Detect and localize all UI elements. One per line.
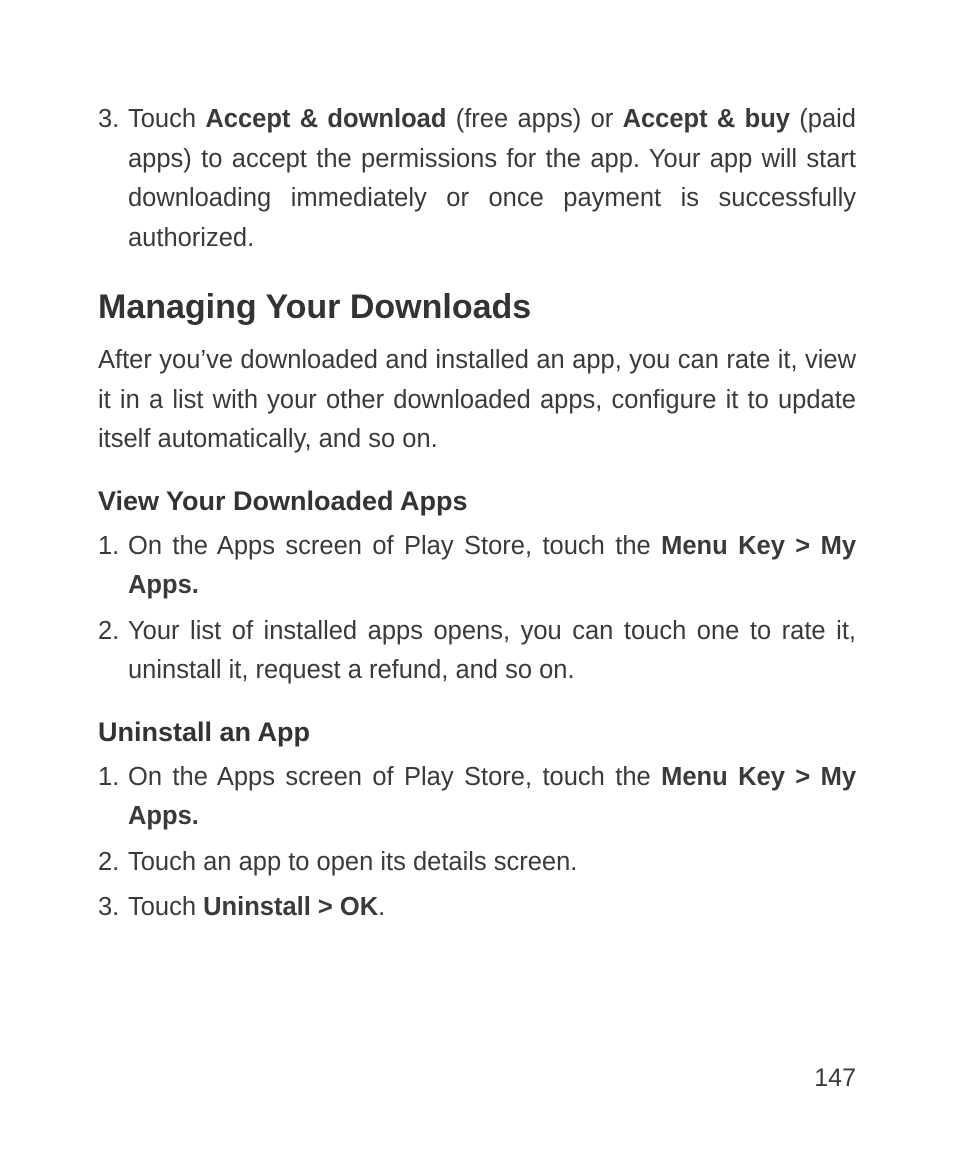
text-run: Touch an app to open its details screen. [128, 848, 577, 876]
list-body: On the Apps screen of Play Store, touch … [128, 758, 856, 837]
list-number: 2. [98, 843, 128, 883]
page: 3. Touch Accept & download (free apps) o… [0, 0, 954, 1153]
heading-managing-downloads: Managing Your Downloads [98, 288, 856, 327]
text-run: Touch [128, 893, 203, 921]
list-number: 1. [98, 758, 128, 837]
text-run: Touch [128, 105, 205, 133]
uninstall-step-2: 2. Touch an app to open its details scre… [98, 843, 856, 883]
heading-uninstall: Uninstall an App [98, 717, 856, 748]
bold-run: Uninstall > OK [203, 893, 378, 921]
list-body: Touch an app to open its details screen. [128, 843, 856, 883]
list-body: On the Apps screen of Play Store, touch … [128, 527, 856, 606]
text-run: (free apps) or [446, 105, 622, 133]
heading-view-downloaded: View Your Downloaded Apps [98, 486, 856, 517]
list-number: 1. [98, 527, 128, 606]
list-number: 3. [98, 100, 128, 258]
uninstall-step-1: 1. On the Apps screen of Play Store, tou… [98, 758, 856, 837]
text-run: . [378, 893, 385, 921]
text-run: On the Apps screen of Play Store, touch … [128, 763, 661, 791]
step-3-accept: 3. Touch Accept & download (free apps) o… [98, 100, 856, 258]
view-step-1: 1. On the Apps screen of Play Store, tou… [98, 527, 856, 606]
list-number: 2. [98, 612, 128, 691]
bold-run: Accept & download [205, 105, 446, 133]
text-run: On the Apps screen of Play Store, touch … [128, 532, 661, 560]
list-body: Touch Accept & download (free apps) or A… [128, 100, 856, 258]
uninstall-step-3: 3. Touch Uninstall > OK. [98, 888, 856, 928]
bold-run: Accept & buy [623, 105, 790, 133]
text-run: Your list of installed apps opens, you c… [128, 617, 856, 685]
list-body: Touch Uninstall > OK. [128, 888, 856, 928]
page-number: 147 [814, 1064, 856, 1093]
list-body: Your list of installed apps opens, you c… [128, 612, 856, 691]
view-step-2: 2. Your list of installed apps opens, yo… [98, 612, 856, 691]
intro-paragraph: After you’ve downloaded and installed an… [98, 341, 856, 460]
list-number: 3. [98, 888, 128, 928]
